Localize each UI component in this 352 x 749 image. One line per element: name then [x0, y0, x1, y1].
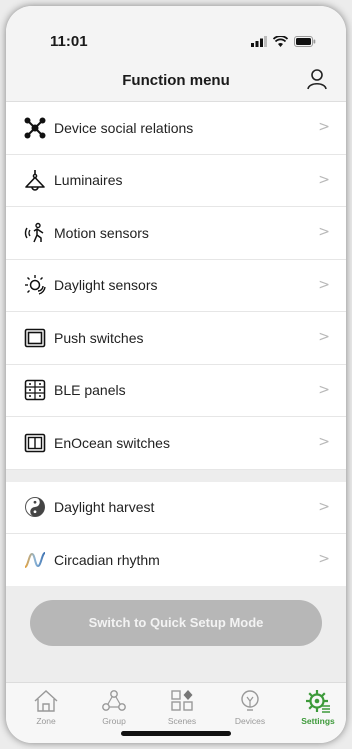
menu-item-label: BLE panels — [54, 382, 126, 399]
yin-yang-icon — [24, 496, 46, 518]
signal-icon — [251, 36, 267, 47]
chevron-right-icon: > — [318, 224, 330, 240]
menu-item-label: EnOcean switches — [54, 434, 170, 451]
tab-label: Group — [102, 716, 126, 726]
group-icon — [102, 690, 126, 711]
menu-item-daylight-harvest[interactable]: Daylight harvest > — [6, 481, 346, 534]
enocean-switch-icon — [24, 432, 46, 454]
section-divider — [6, 469, 346, 482]
sun-icon — [24, 274, 46, 296]
chevron-right-icon: > — [318, 329, 330, 345]
menu-item-luminaires[interactable]: Luminaires > — [6, 154, 346, 207]
menu-item-label: Circadian rhythm — [54, 551, 160, 568]
quick-setup-button[interactable]: Switch to Quick Setup Mode — [30, 600, 322, 646]
chevron-right-icon: > — [318, 498, 330, 515]
wifi-icon — [273, 36, 288, 47]
chevron-right-icon: > — [318, 551, 330, 567]
pendant-lamp-icon — [24, 169, 46, 191]
nav-bar: Function menu — [6, 56, 346, 102]
tab-scenes[interactable]: Scenes — [154, 689, 210, 726]
tab-label: Devices — [234, 716, 266, 726]
chevron-right-icon: > — [318, 276, 330, 293]
battery-icon — [294, 36, 316, 47]
menu-item-daylight-sensors[interactable]: Daylight sensors > — [6, 259, 346, 312]
menu-item-device-social-relations[interactable]: Device social relations > — [6, 102, 346, 155]
tab-zone[interactable]: Zone — [18, 689, 74, 726]
chevron-right-icon: > — [318, 434, 330, 450]
page-title: Function menu — [122, 72, 230, 89]
tab-label: Zone — [36, 716, 56, 726]
status-icons — [251, 36, 316, 47]
motion-person-icon — [24, 222, 46, 244]
function-list: Device social relations > Luminaires > M… — [6, 102, 346, 587]
chevron-right-icon: > — [318, 381, 330, 398]
bulb-icon — [241, 690, 259, 711]
menu-item-label: Push switches — [54, 329, 144, 346]
menu-item-circadian-rhythm[interactable]: Circadian rhythm > — [6, 534, 346, 587]
network-icon — [24, 117, 46, 139]
menu-item-push-switches[interactable]: Push switches > — [6, 312, 346, 365]
user-icon[interactable] — [306, 68, 328, 90]
status-bar: 11:01 — [6, 6, 346, 56]
menu-item-label: Device social relations — [54, 119, 194, 136]
chevron-right-icon: > — [318, 119, 330, 135]
chevron-right-icon: > — [318, 171, 330, 188]
tab-group[interactable]: Group — [86, 689, 142, 726]
ble-panel-icon — [24, 379, 46, 401]
menu-item-ble-panels[interactable]: BLE panels > — [6, 364, 346, 417]
gear-icon — [306, 690, 330, 713]
menu-item-label: Motion sensors — [54, 224, 149, 241]
wave-icon — [24, 549, 46, 571]
tab-label: Scenes — [167, 716, 197, 726]
tab-settings[interactable]: Settings — [290, 689, 346, 726]
scenes-icon — [171, 690, 193, 711]
tab-devices[interactable]: Devices — [222, 689, 278, 726]
home-indicator — [121, 731, 231, 736]
home-icon — [34, 690, 58, 712]
menu-item-label: Daylight harvest — [54, 499, 155, 516]
menu-item-enocean-switches[interactable]: EnOcean switches > — [6, 417, 346, 470]
menu-item-label: Daylight sensors — [54, 277, 158, 294]
menu-item-label: Luminaires — [54, 172, 123, 189]
status-time: 11:01 — [50, 33, 88, 50]
push-switch-icon — [24, 327, 46, 349]
menu-item-motion-sensors[interactable]: Motion sensors > — [6, 207, 346, 260]
phone-screen: 11:01 Function menu Device social relati… — [6, 6, 346, 743]
tab-label: Settings — [301, 716, 335, 726]
